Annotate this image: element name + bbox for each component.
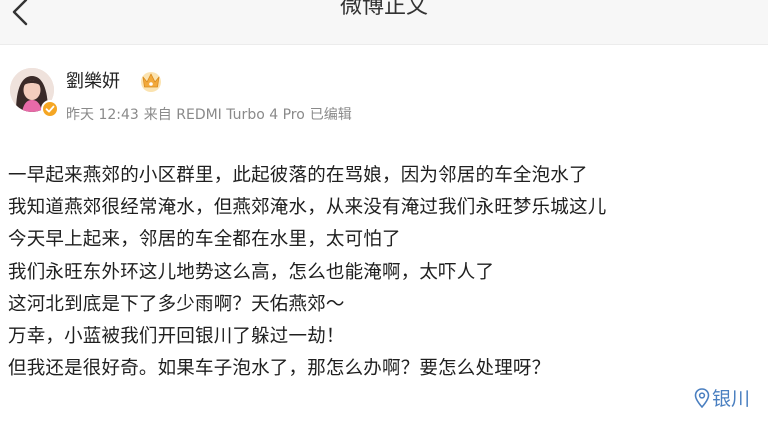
post-meta: 昨天 12:43 来自 REDMI Turbo 4 Pro 已编辑: [66, 106, 357, 124]
post-source: 来自 REDMI Turbo 4 Pro: [143, 107, 305, 123]
post-text-line: 一早起来燕郊的小区群里，此起彼落的在骂娘，因为邻居的车全泡水了: [8, 165, 588, 186]
weibo-post-page: 微博正文 劉樂妍 昨天 12:43 来自 REDMI Turbo 4 Pro 已…: [0, 0, 768, 432]
location-pin-icon: [694, 388, 710, 408]
post-text-line: 这河北到底是下了多少雨啊？天佑燕郊～: [8, 293, 345, 315]
author-header: 劉樂妍 昨天 12:43 来自 REDMI Turbo 4 Pro 已编辑: [10, 68, 750, 124]
edited-label: 已编辑: [309, 107, 352, 123]
author-name[interactable]: 劉樂妍: [66, 70, 120, 94]
post-time: 昨天 12:43: [66, 107, 139, 123]
crown-badge-icon[interactable]: [138, 68, 164, 94]
post-text-line: 但我还是很好奇。如果车子泡水了，那怎么办啊？要怎么处理呀？: [8, 358, 551, 380]
post-text-line: 今天早上起来，邻居的车全都在水里，太可怕了: [8, 229, 401, 251]
page-title: 微博正文: [339, 0, 428, 19]
top-nav-bar: 微博正文: [0, 0, 768, 45]
post-text-line: 我知道燕郊很经常淹水，但燕郊淹水，从来没有淹过我们永旺梦乐城这儿: [8, 197, 607, 219]
location-label: 银川: [712, 388, 751, 410]
post-text-line: 我们永旺东外环这儿地势这么高，怎么也能淹啊，太吓人了: [8, 261, 495, 283]
verified-badge-icon: [41, 100, 59, 118]
post-text-line: 万幸，小蓝被我们开回银川了躲过一劫！: [8, 325, 345, 347]
post-body: 一早起来燕郊的小区群里，此起彼落的在骂娘，因为邻居的车全泡水了 我知道燕郊很经常…: [8, 160, 764, 385]
location-link[interactable]: 银川: [694, 386, 750, 412]
